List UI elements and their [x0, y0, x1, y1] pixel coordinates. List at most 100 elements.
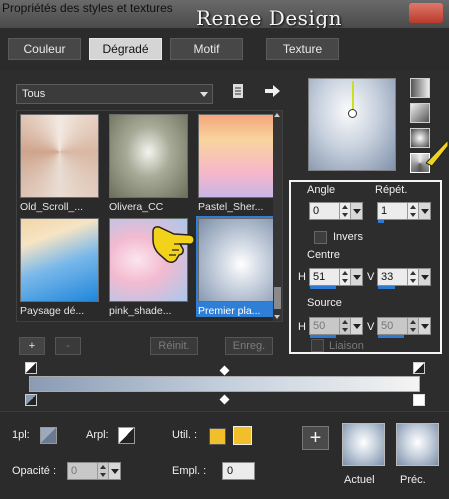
angle-stepper[interactable]: [339, 203, 349, 219]
source-h-dropdown-icon[interactable]: [350, 318, 362, 334]
repeat-label: Répét.: [375, 184, 408, 196]
title-bar: Propriétés des styles et textures Renee …: [0, 0, 449, 30]
center-h-slider[interactable]: [310, 286, 336, 289]
close-button[interactable]: [409, 3, 443, 23]
category-value: Tous: [22, 88, 46, 100]
transparency-stop-right[interactable]: [413, 362, 425, 374]
tab-texture[interactable]: Texture: [266, 38, 339, 60]
scroll-up-icon[interactable]: [274, 113, 280, 117]
gradient-editor-bar[interactable]: [29, 376, 420, 392]
source-v-label: V: [367, 321, 375, 333]
opacity-value: 0: [71, 465, 78, 477]
repeat-stepper[interactable]: [407, 203, 417, 219]
gradient-item-selected[interactable]: Premier pla...: [196, 216, 279, 317]
reset-button[interactable]: Réinit.: [150, 337, 198, 355]
invert-label: Invers: [333, 231, 363, 243]
center-v-input[interactable]: 33: [377, 268, 431, 286]
center-v-label: V: [367, 271, 375, 283]
gradient-thumbnail: [20, 218, 99, 302]
opacity-dropdown-icon[interactable]: [108, 463, 120, 479]
scroll-down-icon[interactable]: [274, 315, 280, 319]
pl-label: 1pl:: [12, 429, 30, 441]
opacity-stepper[interactable]: [97, 463, 107, 479]
angle-input[interactable]: 0: [309, 202, 363, 220]
angle-dropdown-icon[interactable]: [350, 203, 362, 219]
link-checkbox[interactable]: [311, 339, 324, 352]
gradient-preview[interactable]: [308, 78, 396, 171]
linear-style-button[interactable]: [410, 78, 430, 98]
source-v-value: 50: [381, 320, 394, 332]
transparency-midpoint[interactable]: [219, 365, 230, 376]
empl-input[interactable]: 0: [222, 462, 255, 480]
center-h-dropdown-icon[interactable]: [350, 269, 362, 285]
empl-label: Empl. :: [172, 465, 207, 477]
angle-label: Angle: [307, 184, 336, 196]
add-to-swatches-button[interactable]: +: [302, 426, 329, 450]
link-label: Liaison: [329, 340, 364, 352]
chevron-down-icon: [200, 92, 208, 97]
center-h-stepper[interactable]: [339, 269, 349, 285]
opacity-input[interactable]: 0: [67, 462, 121, 480]
library-scrollbar[interactable]: [273, 111, 282, 321]
center-h-input[interactable]: 51: [309, 268, 363, 286]
tab-bar: Couleur Dégradé Motif Texture: [0, 28, 449, 70]
category-dropdown[interactable]: Tous: [16, 84, 213, 104]
arpl-label: Arpl:: [86, 429, 109, 441]
foreground-swatch[interactable]: [40, 427, 57, 444]
repeat-slider[interactable]: [378, 220, 384, 223]
gradient-item-label: Paysage dé...: [20, 305, 85, 317]
center-v-slider[interactable]: [378, 286, 395, 289]
watermark-text: Renee Design: [196, 6, 343, 30]
scroll-thumb[interactable]: [274, 287, 281, 309]
source-v-dropdown-icon[interactable]: [418, 318, 430, 334]
tab-motif[interactable]: Motif: [170, 38, 243, 60]
gradient-item[interactable]: Olivera_CC: [107, 112, 190, 213]
arrow-right-icon[interactable]: [262, 83, 282, 101]
source-h-value: 50: [313, 320, 326, 332]
repeat-dropdown-icon[interactable]: [418, 203, 430, 219]
tab-degrade[interactable]: Dégradé: [89, 38, 162, 60]
source-h-stepper[interactable]: [339, 318, 349, 334]
current-label: Actuel: [344, 474, 375, 486]
repeat-input[interactable]: 1: [377, 202, 431, 220]
opacity-label: Opacité :: [12, 465, 57, 477]
list-view-icon[interactable]: [230, 83, 246, 101]
pointer-arrow-icon: [425, 138, 449, 171]
source-v-slider[interactable]: [378, 335, 404, 338]
color-stop-right[interactable]: [413, 394, 425, 406]
current-gradient-swatch[interactable]: [342, 423, 385, 466]
gradient-item[interactable]: Pastel_Sher...: [196, 112, 279, 213]
gradient-item-label: Olivera_CC: [109, 201, 164, 213]
center-handle[interactable]: [348, 109, 357, 118]
color-midpoint[interactable]: [219, 394, 230, 405]
source-h-input[interactable]: 50: [309, 317, 363, 335]
gradient-item-label: pink_shade...: [109, 305, 172, 317]
rectangular-style-button[interactable]: [410, 103, 430, 123]
gradient-item-label: Old_Scroll_...: [20, 201, 84, 213]
background-swatch[interactable]: [118, 427, 135, 444]
center-v-stepper[interactable]: [407, 269, 417, 285]
gradient-thumbnail: [198, 218, 277, 302]
gradient-item[interactable]: Paysage dé...: [18, 216, 101, 317]
tab-couleur[interactable]: Couleur: [8, 38, 81, 60]
util-color-swatch[interactable]: [209, 428, 226, 445]
util-color-swatch-alt[interactable]: [233, 426, 252, 445]
source-h-slider[interactable]: [310, 335, 336, 338]
invert-checkbox[interactable]: [314, 231, 327, 244]
source-v-input[interactable]: 50: [377, 317, 431, 335]
angle-handle[interactable]: [352, 81, 354, 111]
center-h-label: H: [298, 271, 306, 283]
center-h-value: 51: [313, 271, 326, 283]
gradient-thumbnail: [20, 114, 99, 198]
source-v-stepper[interactable]: [407, 318, 417, 334]
save-button[interactable]: Enreg.: [225, 337, 273, 355]
previous-gradient-swatch[interactable]: [396, 423, 439, 466]
add-gradient-button[interactable]: +: [19, 337, 45, 355]
transparency-stop-left[interactable]: [25, 362, 37, 374]
center-v-dropdown-icon[interactable]: [418, 269, 430, 285]
source-label: Source: [307, 297, 342, 309]
gradient-item[interactable]: Old_Scroll_...: [18, 112, 101, 213]
remove-gradient-button[interactable]: -: [55, 337, 81, 355]
color-stop-left[interactable]: [25, 394, 37, 406]
repeat-value: 1: [381, 205, 388, 217]
